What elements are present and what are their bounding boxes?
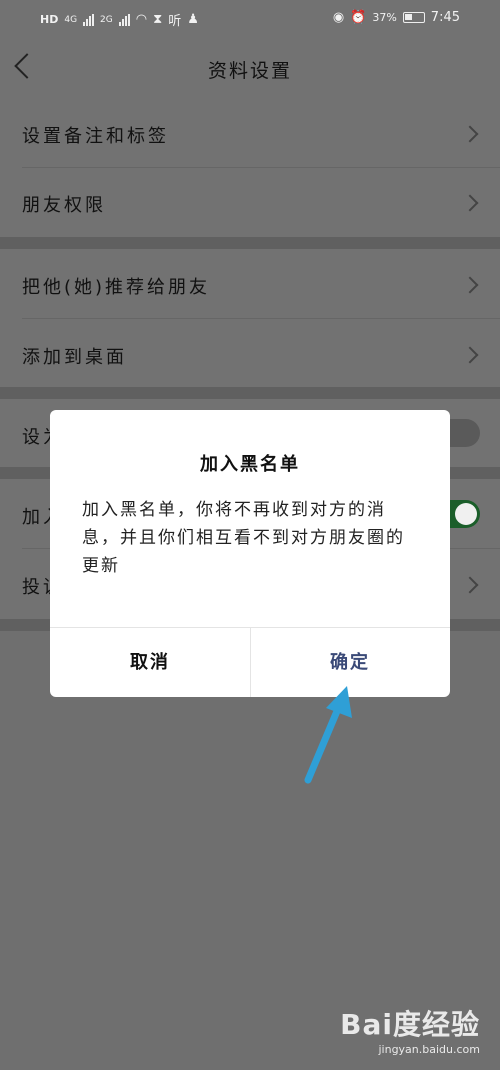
battery-icon — [402, 12, 425, 23]
watermark-url: jingyan.baidu.com — [378, 1043, 480, 1056]
battery-percent: 37% — [372, 11, 397, 24]
pointer-arrow-icon — [304, 686, 352, 784]
status-bar: HD 4G 2G ◠ ⧗ 听 ♟ ◉ ⏰ 37% 7:45 — [0, 0, 500, 36]
hd-label: HD — [40, 13, 59, 26]
network-2g-label: 2G — [100, 14, 113, 25]
hourglass-icon: ⧗ — [153, 12, 163, 27]
page-title: 资料设置 — [207, 60, 292, 82]
clock-time: 7:45 — [430, 10, 460, 25]
bell-icon: ♟ — [187, 12, 199, 27]
cancel-button[interactable]: 取消 — [50, 628, 250, 697]
chevron-right-icon — [461, 576, 479, 594]
watermark-logo: Bai度经验 — [340, 1008, 480, 1041]
alarm-icon: ⏰ — [350, 10, 367, 25]
listen-app-label: 听 — [168, 14, 182, 29]
nav-bar: 资料设置 — [0, 36, 500, 98]
row-remark-tags[interactable] — [0, 98, 500, 167]
row-add-desktop[interactable] — [0, 318, 500, 387]
toggle-knob — [455, 503, 477, 525]
dialog-title: 加入黑名单 — [200, 454, 300, 475]
section-divider — [0, 387, 500, 399]
eye-icon: ◉ — [332, 10, 345, 25]
row-friend-permissions[interactable] — [0, 167, 500, 237]
wifi-icon: ◠ — [135, 12, 148, 27]
section-divider — [0, 237, 500, 249]
signal-icon — [83, 13, 95, 26]
network-4g-label: 4G — [64, 14, 78, 25]
watermark: Bai度经验 jingyan.baidu.com — [340, 1003, 480, 1056]
blacklist-confirm-dialog: 加入黑名单 加入黑名单，你将不再收到对方的消息，并且你们相互看不到对方朋友圈的更… — [50, 410, 450, 697]
row-recommend[interactable] — [0, 249, 500, 318]
dialog-message: 加入黑名单，你将不再收到对方的消息，并且你们相互看不到对方朋友圈的更新 — [82, 500, 405, 576]
signal-icon — [118, 13, 130, 26]
